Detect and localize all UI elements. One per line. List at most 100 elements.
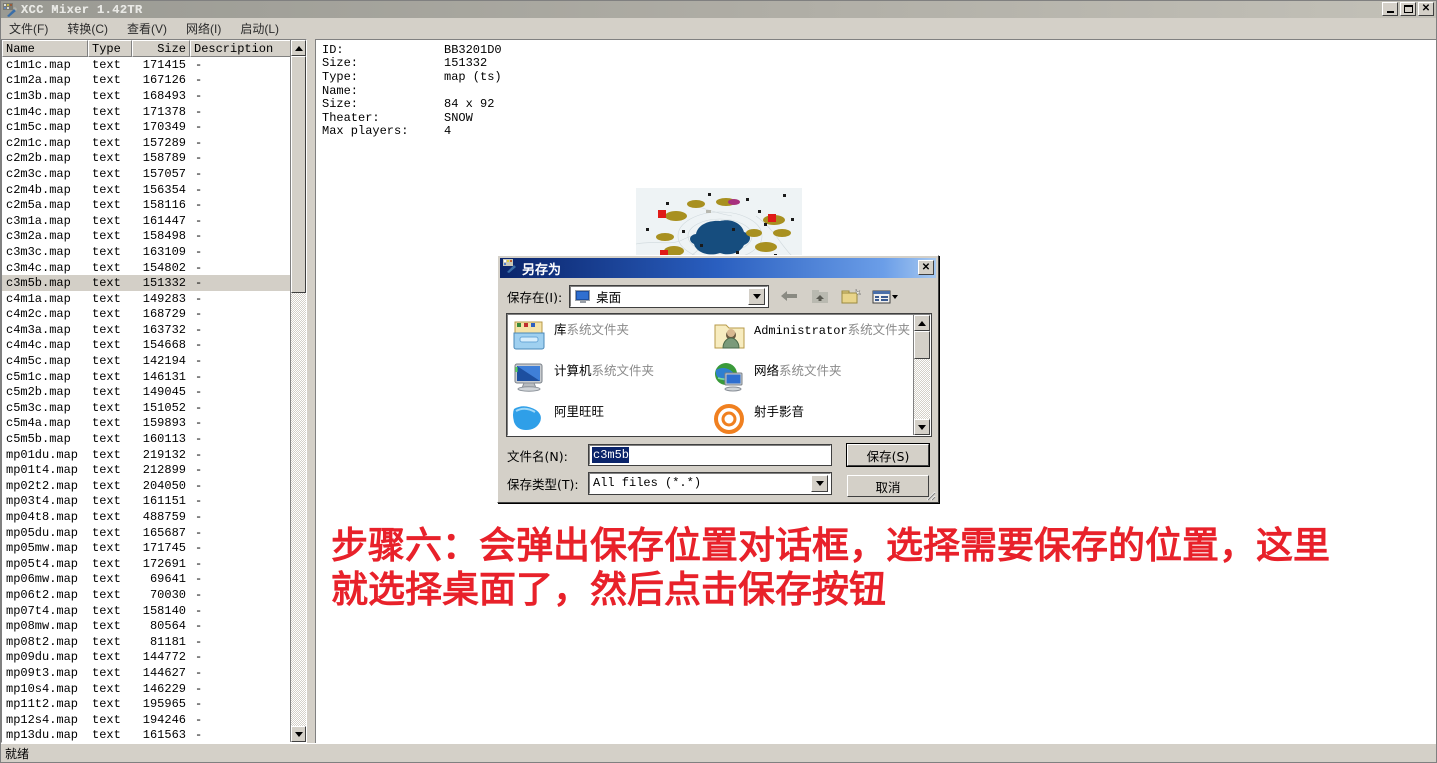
- dialog-titlebar[interactable]: 另存为 ✕: [500, 258, 936, 278]
- list-item[interactable]: 网络系统文件夹: [712, 360, 912, 401]
- table-row[interactable]: c4m4c.map text 154668-: [2, 338, 306, 354]
- table-row[interactable]: mp04t8.map text 488759-: [2, 509, 306, 525]
- file-list-scrollbar[interactable]: [290, 40, 306, 742]
- scrollbar-track[interactable]: [291, 56, 306, 726]
- scroll-up-button[interactable]: [291, 40, 306, 56]
- browser-scroll-down-button[interactable]: [914, 419, 930, 435]
- table-row[interactable]: c4m1a.map text 149283-: [2, 291, 306, 307]
- browser-scroll-up-button[interactable]: [914, 315, 930, 331]
- dialog-resize-grip[interactable]: [924, 488, 936, 501]
- save-button[interactable]: 保存(S): [846, 443, 930, 467]
- browser-scrollbar-track[interactable]: [914, 331, 930, 419]
- filetype-value: All files (*.*): [593, 476, 702, 490]
- minimize-button[interactable]: [1382, 2, 1398, 16]
- file-list-body[interactable]: c1m1c.map text 171415- c1m2a.map text 167126-…: [2, 57, 306, 742]
- filename-input[interactable]: c3m5b: [588, 444, 832, 466]
- window-titlebar[interactable]: XCC Mixer 1.42TR ✕: [1, 1, 1436, 18]
- table-row[interactable]: mp05mw.map text 171745-: [2, 540, 306, 556]
- table-row[interactable]: c1m4c.map text 171378-: [2, 104, 306, 120]
- table-row[interactable]: c2m5a.map text 158116-: [2, 197, 306, 213]
- table-row[interactable]: mp02t2.map text 204050-: [2, 478, 306, 494]
- table-row[interactable]: mp06mw.map text 69641-: [2, 572, 306, 588]
- file-browser-scrollbar[interactable]: [913, 315, 930, 435]
- close-button[interactable]: ✕: [1418, 2, 1434, 16]
- cell-type: text: [92, 432, 121, 447]
- table-row[interactable]: mp07t4.map text 158140-: [2, 603, 306, 619]
- table-row[interactable]: c1m1c.map text 171415-: [2, 57, 306, 73]
- table-row[interactable]: c2m4b.map text 156354-: [2, 182, 306, 198]
- list-item[interactable]: 计算机系统文件夹: [512, 360, 712, 401]
- table-row[interactable]: mp05du.map text 165687-: [2, 525, 306, 541]
- cell-name: mp07t4.map: [6, 603, 79, 618]
- scrollbar-thumb[interactable]: [291, 56, 306, 293]
- table-row[interactable]: c3m3c.map text 163109-: [2, 244, 306, 260]
- table-row[interactable]: mp01t4.map text 212899-: [2, 462, 306, 478]
- scroll-down-button[interactable]: [291, 726, 306, 742]
- browser-scrollbar-thumb[interactable]: [914, 331, 930, 359]
- menu-convert[interactable]: 转换(C): [65, 18, 117, 39]
- cell-size: 158140: [142, 603, 186, 618]
- up-folder-icon[interactable]: [810, 287, 831, 306]
- menu-launch[interactable]: 启动(L): [238, 18, 288, 39]
- chevron-down-icon: [752, 293, 761, 299]
- table-row[interactable]: c1m5c.map text 170349-: [2, 119, 306, 135]
- table-row[interactable]: c4m2c.map text 168729-: [2, 307, 306, 323]
- table-row[interactable]: mp06t2.map text 70030-: [2, 587, 306, 603]
- column-header-name[interactable]: Name: [2, 40, 88, 57]
- file-browser-area[interactable]: 库系统文件夹 Administrator系统文件夹 计算机系统文件夹 网络系统文件夹阿…: [506, 313, 932, 437]
- table-row[interactable]: mp01du.map text 219132-: [2, 447, 306, 463]
- table-row[interactable]: c1m3b.map text 168493-: [2, 88, 306, 104]
- back-arrow-icon[interactable]: [779, 287, 800, 306]
- table-row[interactable]: c2m1c.map text 157289-: [2, 135, 306, 151]
- table-row[interactable]: c2m3c.map text 157057-: [2, 166, 306, 182]
- cell-description: -: [195, 572, 203, 587]
- column-header-type[interactable]: Type: [88, 40, 132, 57]
- table-row[interactable]: c5m2b.map text 149045-: [2, 384, 306, 400]
- new-folder-icon[interactable]: [841, 287, 862, 306]
- menu-network[interactable]: 网络(I): [184, 18, 230, 39]
- maximize-button[interactable]: [1400, 2, 1416, 16]
- table-row[interactable]: c4m3a.map text 163732-: [2, 322, 306, 338]
- table-row[interactable]: mp11t2.map text 195965-: [2, 696, 306, 712]
- table-row[interactable]: c5m1c.map text 146131-: [2, 369, 306, 385]
- column-header-description[interactable]: Description: [190, 40, 306, 57]
- table-row[interactable]: mp13du.map text 161563-: [2, 728, 306, 742]
- table-row[interactable]: c5m3c.map text 151052-: [2, 400, 306, 416]
- menu-view[interactable]: 查看(V): [125, 18, 176, 39]
- cancel-button[interactable]: 取消: [847, 475, 929, 497]
- table-row[interactable]: mp09t3.map text 144627-: [2, 665, 306, 681]
- cell-name: c2m3c.map: [6, 166, 71, 181]
- table-row[interactable]: c3m1a.map text 161447-: [2, 213, 306, 229]
- table-row[interactable]: c2m2b.map text 158789-: [2, 151, 306, 167]
- filetype-combobox[interactable]: All files (*.*): [588, 471, 832, 495]
- table-row[interactable]: c5m4a.map text 159893-: [2, 416, 306, 432]
- table-row[interactable]: mp09du.map text 144772-: [2, 650, 306, 666]
- table-row[interactable]: mp03t4.map text 161151-: [2, 494, 306, 510]
- views-dropdown-icon[interactable]: [872, 287, 899, 306]
- filetype-dropdown-button[interactable]: [811, 474, 828, 492]
- list-item[interactable]: 阿里旺旺: [512, 401, 712, 435]
- table-row[interactable]: c4m5c.map text 142194-: [2, 353, 306, 369]
- table-row[interactable]: mp12s4.map text 194246-: [2, 712, 306, 728]
- cell-description: -: [195, 400, 203, 415]
- save-in-combobox[interactable]: 桌面: [569, 284, 770, 308]
- table-row[interactable]: c3m2a.map text 158498-: [2, 229, 306, 245]
- menu-file[interactable]: 文件(F): [7, 18, 57, 39]
- table-row[interactable]: c1m2a.map text 167126-: [2, 73, 306, 89]
- cell-name: mp06t2.map: [6, 587, 79, 602]
- table-row[interactable]: mp08t2.map text 81181-: [2, 634, 306, 650]
- info-key: ID:: [322, 42, 344, 57]
- list-item[interactable]: Administrator系统文件夹: [712, 319, 912, 360]
- table-row[interactable]: mp08mw.map text 80564-: [2, 618, 306, 634]
- column-header-size[interactable]: Size: [132, 40, 190, 57]
- table-row[interactable]: c3m4c.map text 154802-: [2, 260, 306, 276]
- save-in-dropdown-button[interactable]: [748, 287, 766, 305]
- file-browser-grid[interactable]: 库系统文件夹 Administrator系统文件夹 计算机系统文件夹 网络系统文件夹阿…: [508, 315, 913, 435]
- table-row[interactable]: mp10s4.map text 146229-: [2, 681, 306, 697]
- table-row[interactable]: c3m5b.map text 151332-: [2, 275, 306, 291]
- list-item[interactable]: 库系统文件夹: [512, 319, 712, 360]
- table-row[interactable]: c5m5b.map text 160113-: [2, 431, 306, 447]
- dialog-close-button[interactable]: ✕: [918, 260, 934, 275]
- list-item[interactable]: 射手影音: [712, 401, 912, 435]
- table-row[interactable]: mp05t4.map text 172691-: [2, 556, 306, 572]
